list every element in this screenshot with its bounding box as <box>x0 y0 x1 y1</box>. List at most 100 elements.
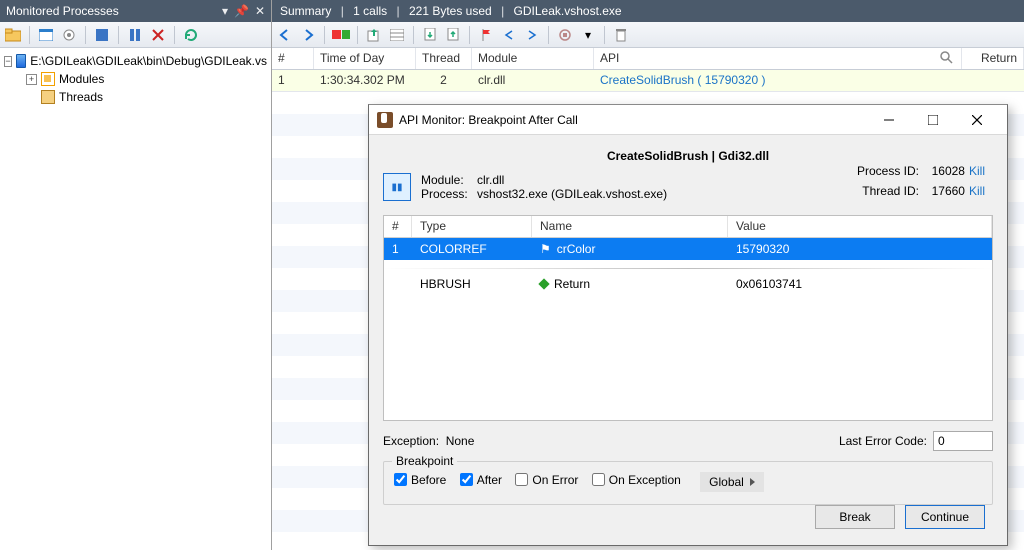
breakpoint-dialog: API Monitor: Breakpoint After Call Creat… <box>368 104 1008 546</box>
doc-down-icon[interactable] <box>421 26 439 44</box>
threads-icon <box>41 90 55 104</box>
panel-pin-icon[interactable]: 📌 <box>234 0 249 22</box>
param-row-1[interactable]: 1 COLORREF ⚑crColor 15790320 <box>384 238 992 260</box>
summary-calls: 1 calls <box>353 4 387 18</box>
grid-row-1[interactable]: 1 1:30:34.302 PM 2 clr.dll CreateSolidBr… <box>272 70 1024 92</box>
parameter-table: # Type Name Value 1 COLORREF ⚑crColor 15… <box>383 215 993 421</box>
export-icon[interactable] <box>365 26 383 44</box>
right-toolbar: ▾ <box>272 22 1024 48</box>
doc-up-icon[interactable] <box>444 26 462 44</box>
global-dropdown[interactable]: Global <box>700 472 764 492</box>
window-icon[interactable] <box>37 26 55 44</box>
param-col-name[interactable]: Name <box>532 216 728 237</box>
triangle-right-icon <box>750 478 755 486</box>
tree-modules-row[interactable]: + Modules <box>4 70 267 88</box>
dialog-body: CreateSolidBrush | Gdi32.dll ▮▮ Module:c… <box>369 135 1007 515</box>
cb-before[interactable]: Before <box>394 473 446 487</box>
minimize-button[interactable] <box>867 106 911 134</box>
search-icon[interactable] <box>940 51 954 65</box>
exception-row: Exception: None Last Error Code: <box>383 431 993 451</box>
cell-num: 1 <box>272 70 314 91</box>
break-button[interactable]: Break <box>815 505 895 529</box>
col-num[interactable]: # <box>272 48 314 69</box>
kill-process-link[interactable]: Kill <box>969 164 985 178</box>
threadid-value: 17660 <box>923 181 965 201</box>
refresh-icon[interactable] <box>182 26 200 44</box>
breakpoint-group: Breakpoint Before After On Error On Exce… <box>383 461 993 505</box>
cb-after[interactable]: After <box>460 473 502 487</box>
expand-icon[interactable]: + <box>26 74 37 85</box>
breakpoint-icon[interactable] <box>556 26 574 44</box>
bp-legend: Breakpoint <box>392 454 457 468</box>
exception-value: None <box>446 434 475 448</box>
api-arg: ( 15790320 ) <box>697 73 765 87</box>
param-header: # Type Name Value <box>384 216 992 238</box>
cell-thread: 2 <box>416 70 472 91</box>
next-flag-icon[interactable] <box>523 26 541 44</box>
lasterr-input[interactable] <box>933 431 993 451</box>
return-icon <box>538 278 549 289</box>
tree-threads-label: Threads <box>59 90 103 104</box>
stop-icon[interactable] <box>93 26 111 44</box>
cell-return <box>962 70 1024 91</box>
id-info: Process ID:16028 Kill Thread ID:17660 Kill <box>849 161 985 201</box>
panel-close-icon[interactable]: ✕ <box>255 0 265 22</box>
close-red-icon[interactable] <box>149 26 167 44</box>
chevron-down-icon[interactable]: ▾ <box>579 26 597 44</box>
process-icon <box>16 54 26 68</box>
cb-onerror[interactable]: On Error <box>515 473 578 487</box>
api-name[interactable]: CreateSolidBrush <box>600 73 694 87</box>
continue-button[interactable]: Continue <box>905 505 985 529</box>
param-divider <box>384 268 992 269</box>
lasterr-label: Last Error Code: <box>839 434 927 448</box>
folder-icon[interactable] <box>4 26 22 44</box>
maximize-button[interactable] <box>911 106 955 134</box>
cell-time: 1:30:34.302 PM <box>314 70 416 91</box>
close-button[interactable] <box>955 106 999 134</box>
col-api[interactable]: API <box>594 48 962 69</box>
col-time[interactable]: Time of Day <box>314 48 416 69</box>
table-icon[interactable] <box>388 26 406 44</box>
flag-icon[interactable] <box>477 26 495 44</box>
panel-dropdown-icon[interactable]: ▾ <box>222 0 228 22</box>
pause-icon[interactable] <box>126 26 144 44</box>
return-value: 0x06103741 <box>728 277 992 291</box>
left-toolbar <box>0 22 271 48</box>
param1-value: 15790320 <box>728 242 992 256</box>
tree-root-row[interactable]: − E:\GDILeak\GDILeak\bin\Debug\GDILeak.v… <box>4 52 267 70</box>
tree-threads-row[interactable]: Threads <box>4 88 267 106</box>
module-label: Module: <box>421 173 471 187</box>
left-panel-title-bar: Monitored Processes ▾ 📌 ✕ <box>0 0 271 22</box>
threadid-label: Thread ID: <box>849 181 919 201</box>
collapse-icon[interactable]: − <box>4 56 12 67</box>
grid-header: # Time of Day Thread Module API Return <box>272 48 1024 70</box>
summary-bar: Summary | 1 calls | 221 Bytes used | GDI… <box>272 0 1024 22</box>
dialog-title-bar[interactable]: API Monitor: Breakpoint After Call <box>369 105 1007 135</box>
param-col-num[interactable]: # <box>384 216 412 237</box>
process-value: vshost32.exe (GDILeak.vshost.exe) <box>477 187 667 201</box>
kill-thread-link[interactable]: Kill <box>969 184 985 198</box>
delete-icon[interactable] <box>612 26 630 44</box>
summary-bytes: 221 Bytes used <box>409 4 492 18</box>
param-col-value[interactable]: Value <box>728 216 992 237</box>
param-col-type[interactable]: Type <box>412 216 532 237</box>
nav-back-icon[interactable] <box>276 26 294 44</box>
grid-colors-icon[interactable] <box>332 26 350 44</box>
cell-api: CreateSolidBrush ( 15790320 ) <box>594 70 962 91</box>
summary-label: Summary <box>280 4 331 18</box>
cb-onexception[interactable]: On Exception <box>592 473 681 487</box>
settings-icon[interactable] <box>60 26 78 44</box>
procid-value: 16028 <box>923 161 965 181</box>
prev-flag-icon[interactable] <box>500 26 518 44</box>
col-module[interactable]: Module <box>472 48 594 69</box>
return-row[interactable]: HBRUSH Return 0x06103741 <box>384 273 992 295</box>
return-name-cell: Return <box>532 277 728 291</box>
process-label: Process: <box>421 187 471 201</box>
cell-module: clr.dll <box>472 70 594 91</box>
procid-label: Process ID: <box>849 161 919 181</box>
param1-name: crColor <box>557 242 596 256</box>
nav-forward-icon[interactable] <box>299 26 317 44</box>
col-return[interactable]: Return <box>962 48 1024 69</box>
process-tree: − E:\GDILeak\GDILeak\bin\Debug\GDILeak.v… <box>0 48 271 110</box>
col-thread[interactable]: Thread <box>416 48 472 69</box>
